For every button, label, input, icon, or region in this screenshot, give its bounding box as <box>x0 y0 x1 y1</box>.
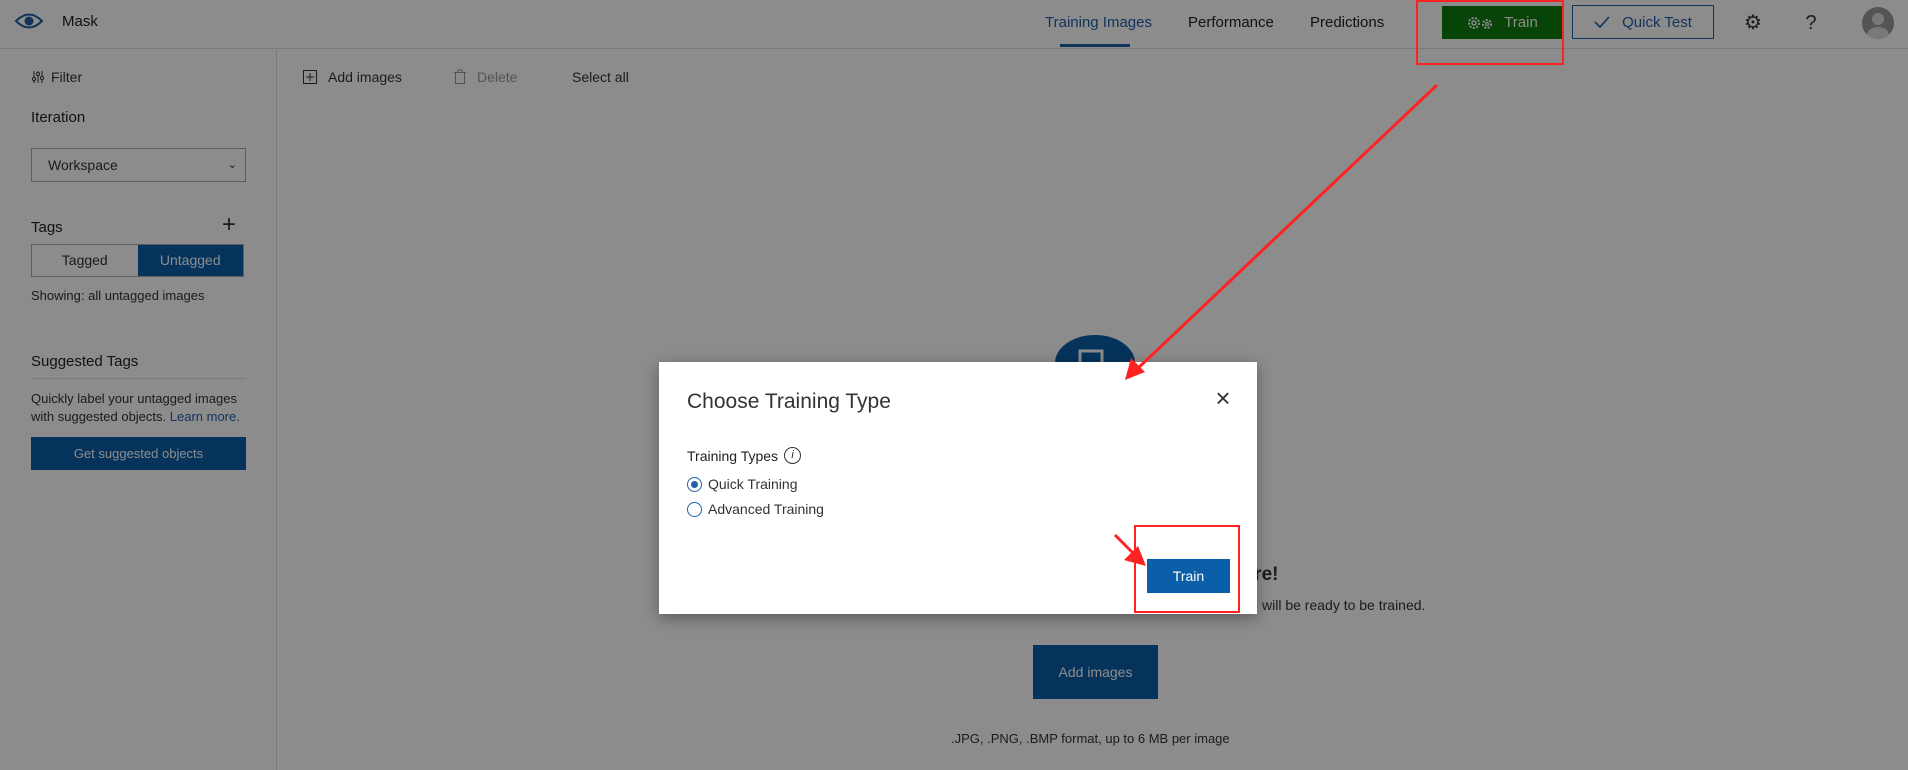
advanced-training-radio[interactable] <box>687 501 702 517</box>
info-icon[interactable]: i <box>784 447 802 464</box>
annotation-highlight-train-dialog <box>1134 525 1240 613</box>
quick-training-radio[interactable] <box>687 476 702 492</box>
close-icon[interactable]: × <box>1212 385 1234 411</box>
training-types-text: Training Types <box>687 447 779 464</box>
advanced-training-label: Advanced Training <box>708 501 824 517</box>
quick-training-label: Quick Training <box>708 476 798 492</box>
advanced-training-option[interactable]: Advanced Training <box>687 501 824 517</box>
quick-training-option[interactable]: Quick Training <box>687 476 797 492</box>
annotation-highlight-train-top <box>1416 0 1564 65</box>
dialog-title: Choose Training Type <box>687 390 891 413</box>
training-types-label: Training Types i <box>687 447 802 464</box>
